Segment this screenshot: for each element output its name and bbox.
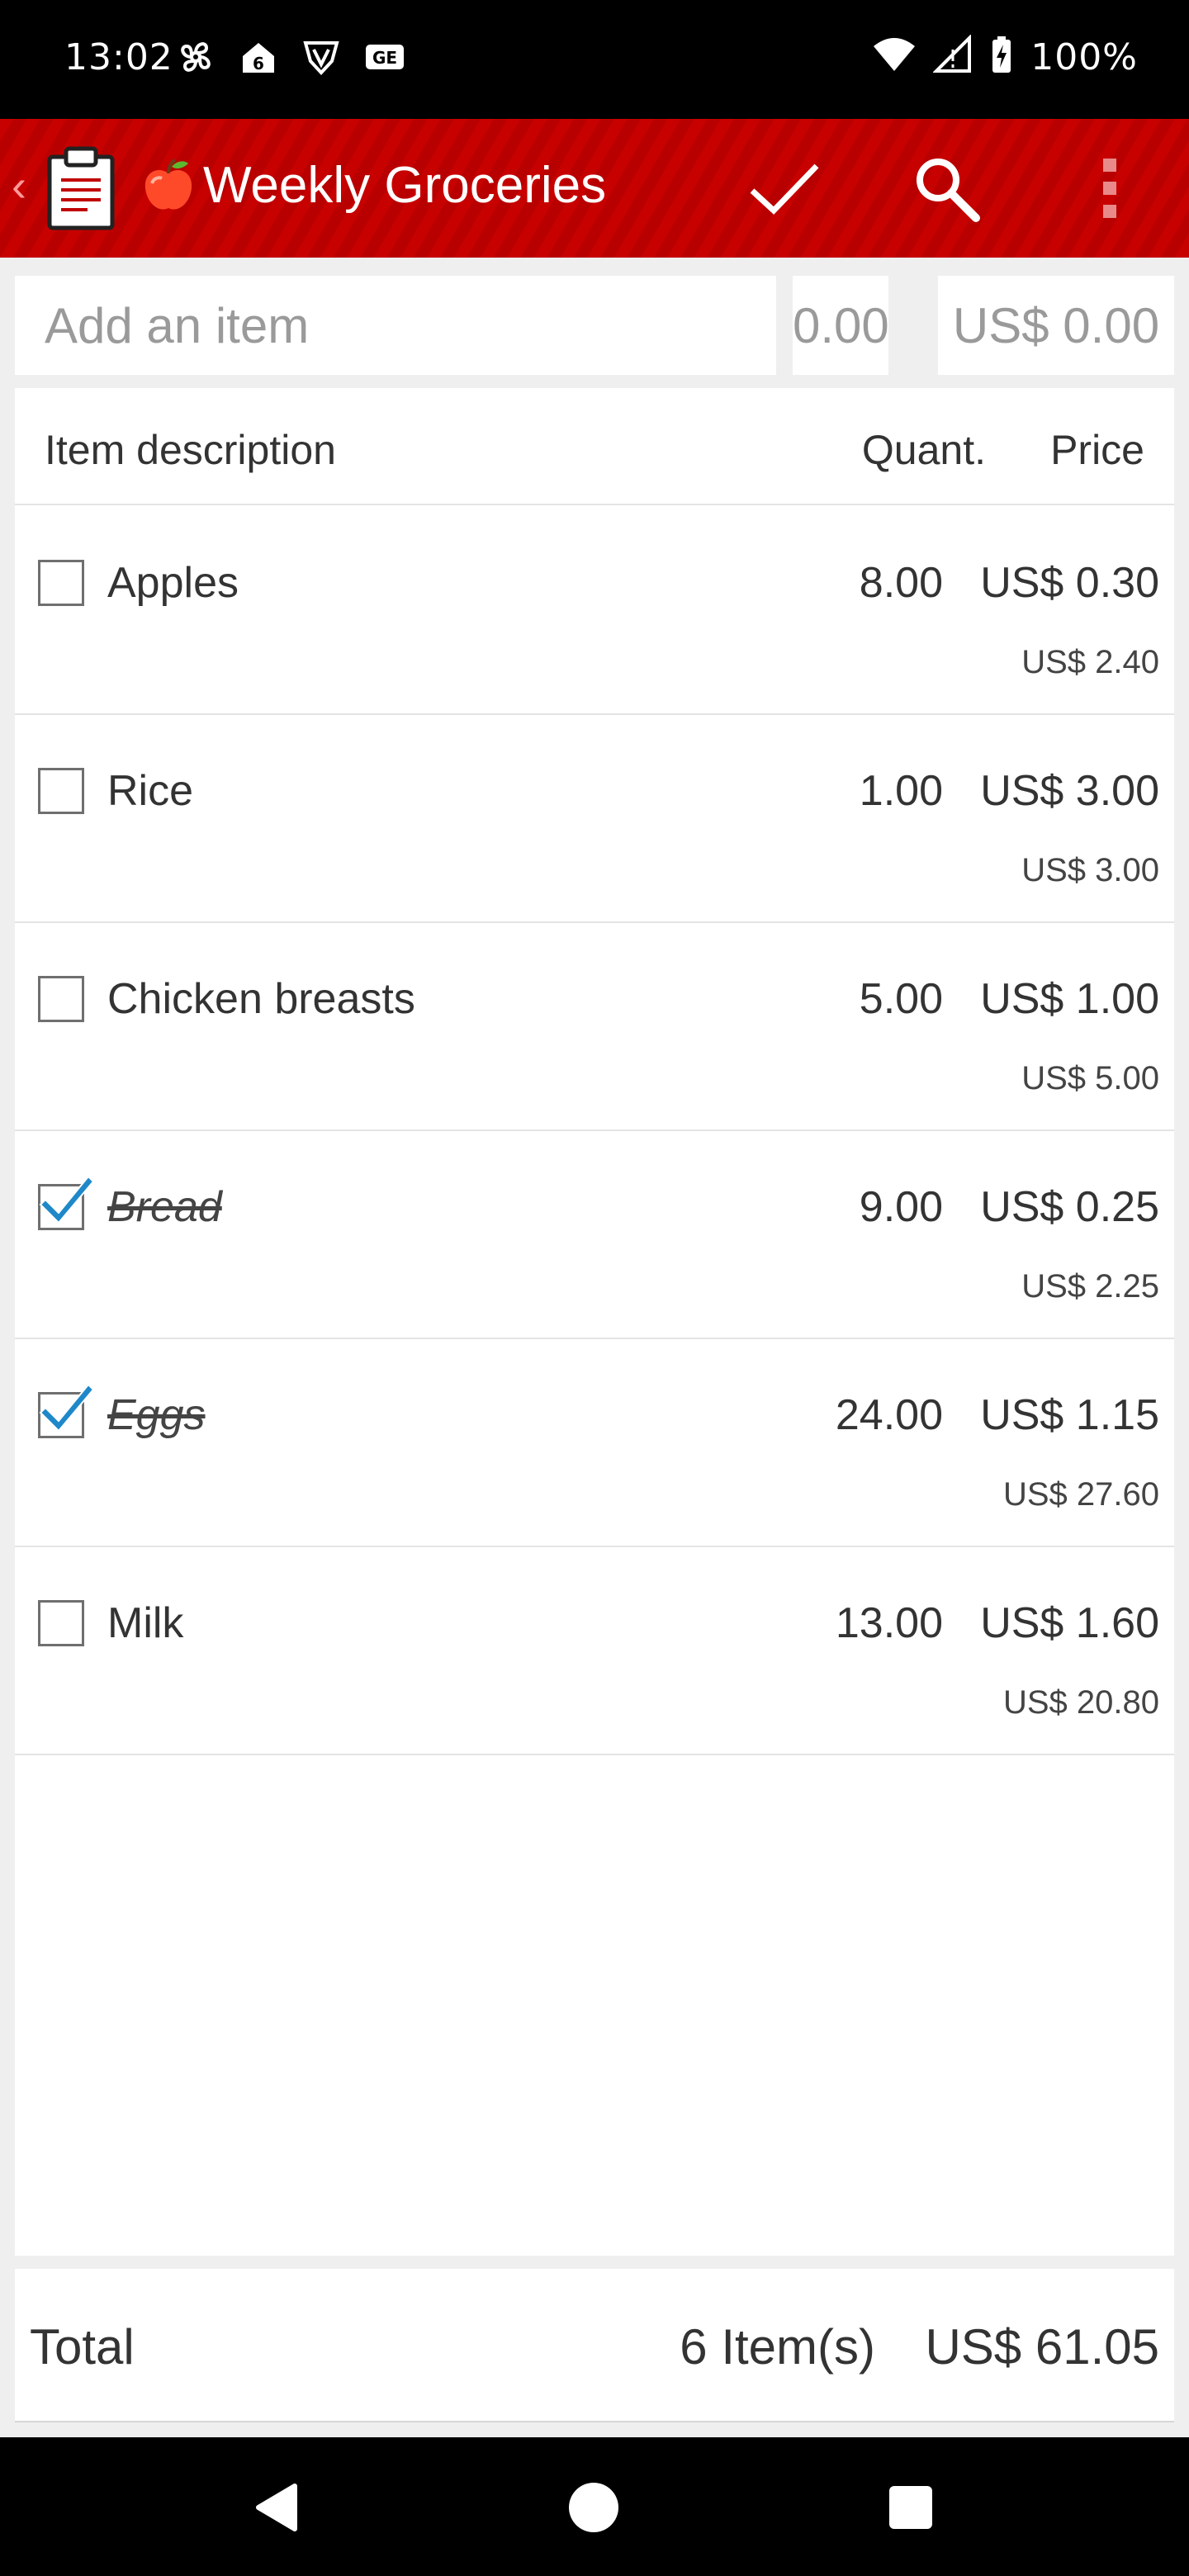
status-bar: 13:02 6 GE 100%: [0, 0, 1189, 119]
item-name: Rice: [107, 767, 194, 815]
svg-text:GE: GE: [372, 48, 397, 68]
item-quantity: 13.00: [835, 1599, 943, 1647]
item-quantity: 1.00: [859, 767, 943, 815]
header-description[interactable]: Item description: [45, 426, 336, 474]
item-name: Eggs: [107, 1391, 206, 1439]
item-quantity: 8.00: [859, 559, 943, 607]
quantity-input[interactable]: [793, 276, 888, 375]
item-subtotal: US$ 27.60: [1002, 1476, 1159, 1513]
pinwheel-icon: [175, 36, 216, 81]
item-subtotal: US$ 3.00: [1021, 852, 1159, 888]
total-label: Total: [30, 2319, 135, 2375]
status-time: 13:02: [64, 36, 173, 78]
item-name: Apples: [107, 559, 239, 607]
shield-v-icon: [301, 36, 342, 81]
item-checkbox[interactable]: [38, 560, 84, 606]
item-checkbox[interactable]: [38, 1600, 84, 1646]
system-icons: 100%: [872, 34, 1138, 79]
item-price: US$ 0.25: [980, 1183, 1159, 1231]
item-checkbox-checked[interactable]: [38, 1175, 93, 1230]
apple-icon: [139, 155, 198, 215]
nav-back-icon[interactable]: [248, 2479, 306, 2536]
home-6-icon: 6: [238, 36, 279, 81]
list-item[interactable]: Milk 13.00 US$ 1.60 US$ 20.80: [15, 1547, 1174, 1755]
item-quantity: 9.00: [859, 1183, 943, 1231]
battery-charging-icon: [989, 35, 1014, 79]
item-list: Item description Quant. Price Apples 8.0…: [15, 388, 1174, 2256]
svg-text:6: 6: [253, 54, 264, 73]
battery-percentage: 100%: [1030, 36, 1138, 78]
ge-icon: GE: [363, 36, 406, 81]
item-subtotal: US$ 2.40: [1021, 644, 1159, 680]
list-item[interactable]: Chicken breasts 5.00 US$ 1.00 US$ 5.00: [15, 923, 1174, 1131]
item-quantity: 5.00: [859, 975, 943, 1023]
item-price: US$ 1.00: [980, 975, 1159, 1023]
search-icon[interactable]: [908, 150, 984, 226]
item-subtotal: US$ 2.25: [1021, 1268, 1159, 1305]
header-quantity[interactable]: Quant.: [862, 426, 986, 474]
list-header: Item description Quant. Price: [15, 388, 1174, 505]
back-chevron-icon[interactable]: ‹: [12, 160, 26, 211]
page-title: Weekly Groceries: [203, 156, 607, 214]
total-bar: Total 6 Item(s) US$ 61.05: [15, 2269, 1174, 2422]
wifi-icon: [872, 35, 917, 79]
item-name: Chicken breasts: [107, 975, 415, 1023]
checkmark-icon: [39, 1175, 93, 1224]
check-icon[interactable]: [746, 150, 822, 226]
item-price: US$ 3.00: [980, 767, 1159, 815]
signal-icon: [932, 34, 973, 79]
list-item[interactable]: Rice 1.00 US$ 3.00 US$ 3.00: [15, 715, 1174, 923]
list-item[interactable]: Apples 8.00 US$ 0.30 US$ 2.40: [15, 507, 1174, 715]
total-item-count: 6 Item(s): [680, 2319, 875, 2375]
item-subtotal: US$ 20.80: [1002, 1684, 1159, 1721]
item-name: Bread: [107, 1183, 222, 1231]
list-item[interactable]: Eggs 24.00 US$ 1.15 US$ 27.60: [15, 1339, 1174, 1547]
clipboard-icon[interactable]: [46, 145, 116, 235]
add-item-input[interactable]: [15, 276, 776, 375]
item-subtotal: US$ 5.00: [1021, 1060, 1159, 1096]
item-checkbox[interactable]: [38, 768, 84, 814]
header-price[interactable]: Price: [1050, 426, 1144, 474]
item-checkbox[interactable]: [38, 976, 84, 1022]
more-vert-icon[interactable]: [1072, 150, 1148, 226]
list-item[interactable]: Bread 9.00 US$ 0.25 US$ 2.25: [15, 1131, 1174, 1339]
total-amount: US$ 61.05: [925, 2319, 1159, 2375]
item-checkbox-checked[interactable]: [38, 1383, 93, 1438]
title-group: Weekly Groceries: [139, 155, 606, 215]
item-name: Milk: [107, 1599, 184, 1647]
item-quantity: 24.00: [835, 1391, 943, 1439]
nav-recents-icon[interactable]: [882, 2479, 940, 2536]
add-item-row: [0, 258, 1189, 381]
item-price: US$ 1.60: [980, 1599, 1159, 1647]
notification-icons: 6 GE: [175, 36, 406, 81]
price-input[interactable]: [938, 276, 1174, 375]
nav-home-icon[interactable]: [565, 2479, 623, 2536]
checkmark-icon: [39, 1383, 93, 1432]
system-nav-bar: [0, 2437, 1189, 2576]
app-bar: ‹ Weekly Groceries: [0, 119, 1189, 258]
item-price: US$ 0.30: [980, 559, 1159, 607]
item-price: US$ 1.15: [980, 1391, 1159, 1439]
